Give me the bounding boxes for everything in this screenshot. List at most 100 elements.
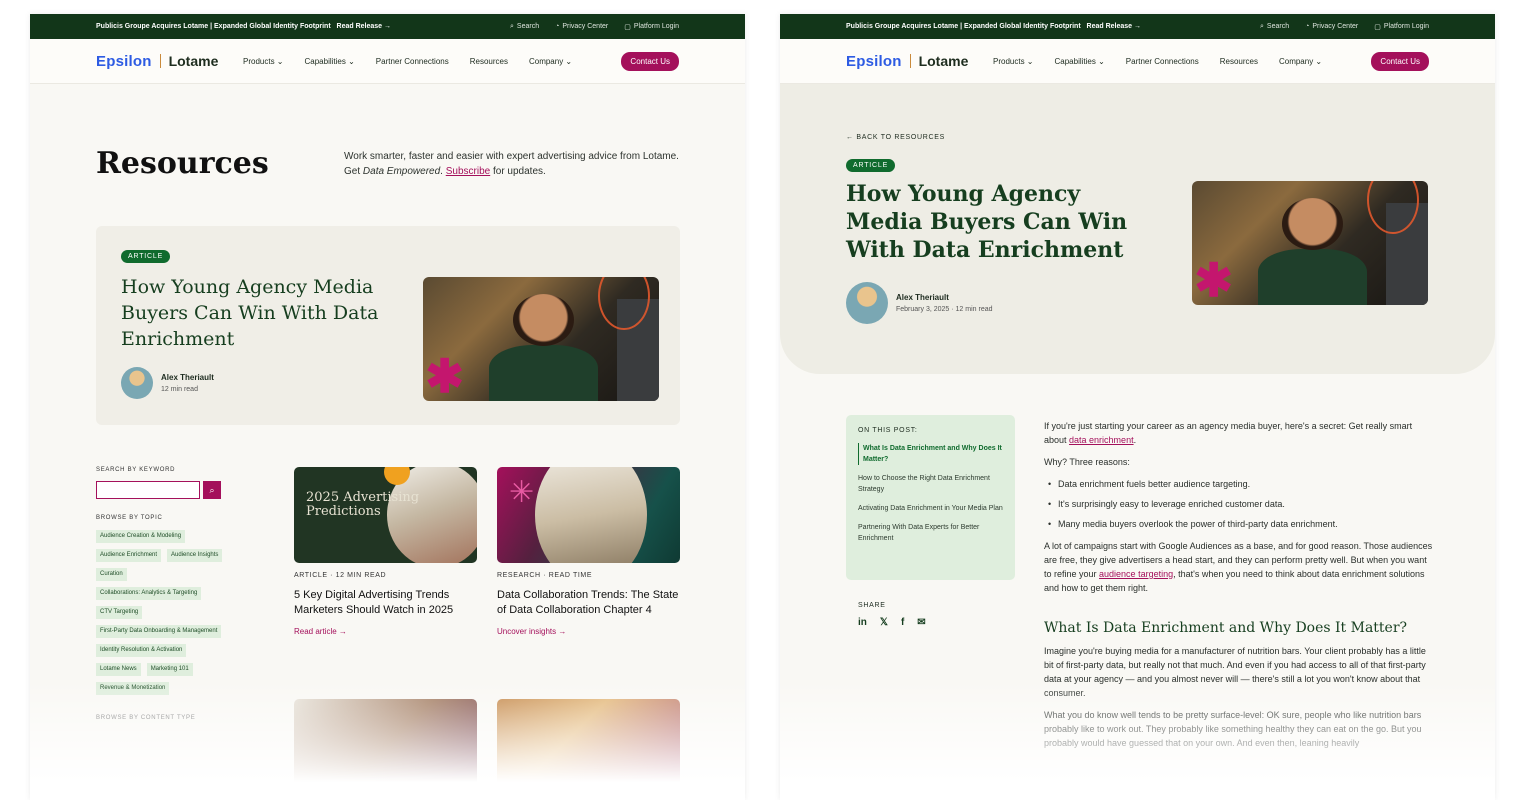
avatar — [846, 282, 888, 324]
toc-item[interactable]: Partnering With Data Experts for Better … — [858, 522, 1003, 544]
card-meta: RESEARCH · READ TIME — [497, 572, 593, 579]
paragraph: Imagine you're buying media for a manufa… — [1044, 646, 1426, 698]
featured-title[interactable]: How Young Agency Media Buyers Can Win Wi… — [121, 274, 401, 352]
content-type-heading: BROWSE BY CONTENT TYPE — [96, 715, 196, 721]
nav-products[interactable]: Products ⌄ — [993, 57, 1034, 66]
data-enrichment-link[interactable]: data enrichment — [1069, 435, 1134, 445]
topic-tag[interactable]: Marketing 101 — [146, 663, 193, 676]
article-hero-image: ✱ — [1192, 181, 1428, 305]
search-icon: ⌕ — [209, 484, 215, 495]
topic-tag[interactable]: Audience Enrichment — [96, 549, 162, 562]
subscribe-link[interactable]: Subscribe — [446, 166, 490, 177]
card-image[interactable] — [294, 699, 477, 795]
article-title: How Young Agency Media Buyers Can Win Wi… — [846, 181, 1128, 263]
nav-partner-connections[interactable]: Partner Connections — [1126, 57, 1199, 66]
read-release-link[interactable]: Read Release → — [1087, 23, 1141, 30]
lock-icon: ▢ — [624, 23, 631, 31]
page-title: Resources — [96, 146, 269, 181]
article-badge: ARTICLE — [846, 159, 896, 172]
logo[interactable]: Epsilon Lotame — [846, 53, 993, 70]
topic-tag[interactable]: Lotame News — [96, 663, 141, 676]
topic-tag[interactable]: Audience Creation & Modeling — [96, 530, 186, 543]
lock-icon: ▢ — [1374, 23, 1381, 31]
resource-card[interactable] — [294, 699, 477, 795]
resource-card[interactable]: ✳ RESEARCH · READ TIME Data Collaboratio… — [497, 467, 680, 636]
x-icon[interactable]: 𝕏 — [880, 617, 888, 628]
nav-company[interactable]: Company ⌄ — [529, 57, 572, 66]
nav-capabilities[interactable]: Capabilities ⌄ — [1055, 57, 1105, 66]
facebook-icon[interactable]: f — [901, 617, 904, 628]
email-icon[interactable]: ✉ — [917, 617, 925, 628]
topic-tag[interactable]: Revenue & Monetization — [96, 682, 170, 695]
toc-item[interactable]: How to Choose the Right Data Enrichment … — [858, 473, 1003, 495]
shield-icon: ◔ — [555, 23, 560, 30]
card-title[interactable]: 5 Key Digital Advertising Trends Markete… — [294, 588, 477, 618]
topic-tag[interactable]: Collaborations: Analytics & Targeting — [96, 587, 202, 600]
author-block: Alex Theriault February 3, 2025 · 12 min… — [846, 282, 993, 324]
resource-card[interactable] — [497, 699, 680, 795]
nav-products[interactable]: Products ⌄ — [243, 57, 284, 66]
announcement: Publicis Groupe Acquires Lotame | Expand… — [846, 23, 1141, 30]
toc-item[interactable]: Activating Data Enrichment in Your Media… — [858, 503, 1003, 514]
audience-targeting-link[interactable]: audience targeting — [1099, 569, 1173, 579]
card-image[interactable] — [497, 699, 680, 795]
contact-us-button[interactable]: Contact Us — [621, 51, 679, 71]
asterisk-icon: ✱ — [1194, 253, 1233, 305]
list-item: It's surprisingly easy to leverage enric… — [1044, 497, 1434, 511]
announcement: Publicis Groupe Acquires Lotame | Expand… — [96, 23, 391, 30]
card-title[interactable]: Data Collaboration Trends: The State of … — [497, 588, 680, 618]
privacy-center-link[interactable]: ◔ Privacy Center — [555, 23, 608, 31]
toc-item[interactable]: What Is Data Enrichment and Why Does It … — [858, 443, 1003, 465]
article-page: Publicis Groupe Acquires Lotame | Expand… — [780, 14, 1495, 800]
linkedin-icon[interactable]: in — [858, 617, 867, 628]
uncover-insights-link[interactable]: Uncover insights → — [497, 627, 680, 636]
search-button[interactable]: ⌕ — [203, 481, 221, 499]
platform-login-link[interactable]: ▢ Platform Login — [624, 23, 679, 31]
back-to-resources-link[interactable]: ← BACK TO RESOURCES — [846, 134, 945, 141]
search-link[interactable]: ⌕ Search — [510, 23, 539, 31]
page-intro: Work smarter, faster and easier with exp… — [344, 151, 679, 177]
nav-resources[interactable]: Resources — [1220, 57, 1258, 66]
list-item: Data enrichment fuels better audience ta… — [1044, 477, 1434, 491]
topic-tag[interactable]: Audience Insights — [167, 549, 223, 562]
main-nav: Epsilon Lotame Products ⌄ Capabilities ⌄… — [780, 39, 1495, 84]
keyword-search-input[interactable] — [96, 481, 200, 499]
resource-card[interactable]: 2025 Advertising Predictions ARTICLE · 1… — [294, 467, 477, 636]
nav-resources[interactable]: Resources — [470, 57, 508, 66]
logo-epsilon: Epsilon — [96, 52, 152, 70]
read-release-link[interactable]: Read Release → — [337, 23, 391, 30]
nav-partner-connections[interactable]: Partner Connections — [376, 57, 449, 66]
read-article-link[interactable]: Read article → — [294, 627, 477, 636]
topic-tag[interactable]: Curation — [96, 568, 127, 581]
card-image[interactable]: 2025 Advertising Predictions — [294, 467, 477, 563]
platform-login-link[interactable]: ▢ Platform Login — [1374, 23, 1429, 31]
contact-us-button[interactable]: Contact Us — [1371, 51, 1429, 71]
featured-image[interactable]: ✱ — [423, 277, 659, 401]
publish-meta: February 3, 2025 · 12 min read — [896, 306, 993, 313]
search-link[interactable]: ⌕ Search — [1260, 23, 1289, 31]
logo-divider — [909, 54, 911, 68]
asterisk-icon: ✱ — [425, 349, 464, 401]
privacy-center-link[interactable]: ◔ Privacy Center — [1305, 23, 1358, 31]
toc-heading: ON THIS POST: — [858, 427, 918, 434]
main-nav: Epsilon Lotame Products ⌄ Capabilities ⌄… — [30, 39, 745, 84]
topic-list: Audience Creation & Modeling Audience En… — [96, 530, 226, 695]
card-image[interactable]: ✳ — [497, 467, 680, 563]
logo[interactable]: Epsilon Lotame — [96, 53, 243, 70]
search-icon: ⌕ — [1259, 22, 1264, 30]
featured-article-card[interactable]: ARTICLE How Young Agency Media Buyers Ca… — [96, 226, 680, 425]
logo-lotame: Lotame — [918, 53, 969, 69]
topic-tag[interactable]: Identity Resolution & Activation — [96, 644, 187, 657]
card-image-text: 2025 Advertising Predictions — [306, 490, 420, 519]
nav-company[interactable]: Company ⌄ — [1279, 57, 1322, 66]
shield-icon: ◔ — [1305, 23, 1310, 30]
paragraph: Why? Three reasons: — [1044, 457, 1130, 467]
topic-tag[interactable]: CTV Targeting — [96, 606, 143, 619]
topic-tag[interactable]: First-Party Data Onboarding & Management — [96, 625, 222, 638]
topic-heading: BROWSE BY TOPIC — [96, 515, 163, 521]
share-block: SHARE in 𝕏 f ✉ — [858, 602, 926, 628]
nav-capabilities[interactable]: Capabilities ⌄ — [305, 57, 355, 66]
card-meta: ARTICLE · 12 MIN READ — [294, 572, 387, 579]
reasons-list: Data enrichment fuels better audience ta… — [1044, 477, 1434, 531]
avatar — [121, 367, 153, 399]
